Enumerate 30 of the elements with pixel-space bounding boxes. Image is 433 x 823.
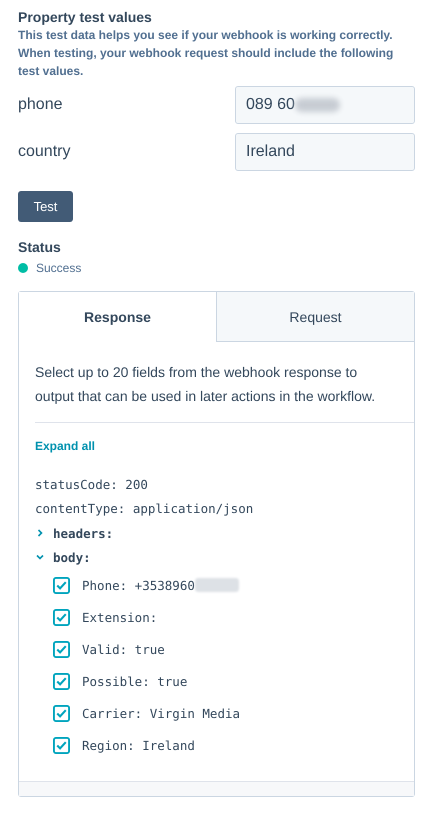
test-button[interactable]: Test — [18, 191, 73, 222]
section-title: Property test values — [18, 8, 153, 26]
response-field: Valid: true — [82, 642, 165, 656]
response-group-label: body: — [53, 550, 91, 564]
status-heading: Status — [18, 239, 62, 255]
response-description: Select up to 20 fields from the webhook response to output that can be used in later actions in the workflow. — [35, 363, 376, 406]
response-field: Carrier: Virgin Media — [82, 706, 240, 720]
checkbox[interactable] — [53, 576, 70, 594]
chevron-right-icon[interactable] — [35, 528, 45, 538]
tab[interactable]: Request — [216, 292, 414, 342]
response-field: Extension: — [82, 610, 158, 624]
checkbox[interactable] — [53, 640, 70, 658]
status-text: Success — [36, 261, 82, 275]
input-field[interactable]: Ireland — [235, 133, 415, 171]
chevron-down-icon[interactable] — [35, 552, 45, 562]
response-line: statusCode: 200 — [35, 476, 149, 494]
section-description: This test data helps you see if your webhook is working correctly. When testing, your webhook request should include the following test values. — [18, 27, 394, 80]
response-field: Possible: true — [82, 674, 188, 688]
checkbox[interactable] — [53, 672, 70, 690]
property-label: country — [18, 143, 70, 161]
response-line: contentType: application/json — [35, 500, 254, 518]
checkbox[interactable] — [53, 704, 70, 722]
input-field[interactable]: 089 60 — [235, 86, 415, 124]
response-field: Region: Ireland — [82, 738, 195, 752]
checkbox[interactable] — [53, 608, 70, 626]
expand-all-link[interactable]: Expand all — [35, 439, 96, 453]
response-field: Phone: +3538960 — [82, 578, 195, 592]
checkbox[interactable] — [53, 736, 70, 754]
property-label: phone — [18, 96, 62, 114]
response-group-label: headers: — [53, 526, 114, 540]
